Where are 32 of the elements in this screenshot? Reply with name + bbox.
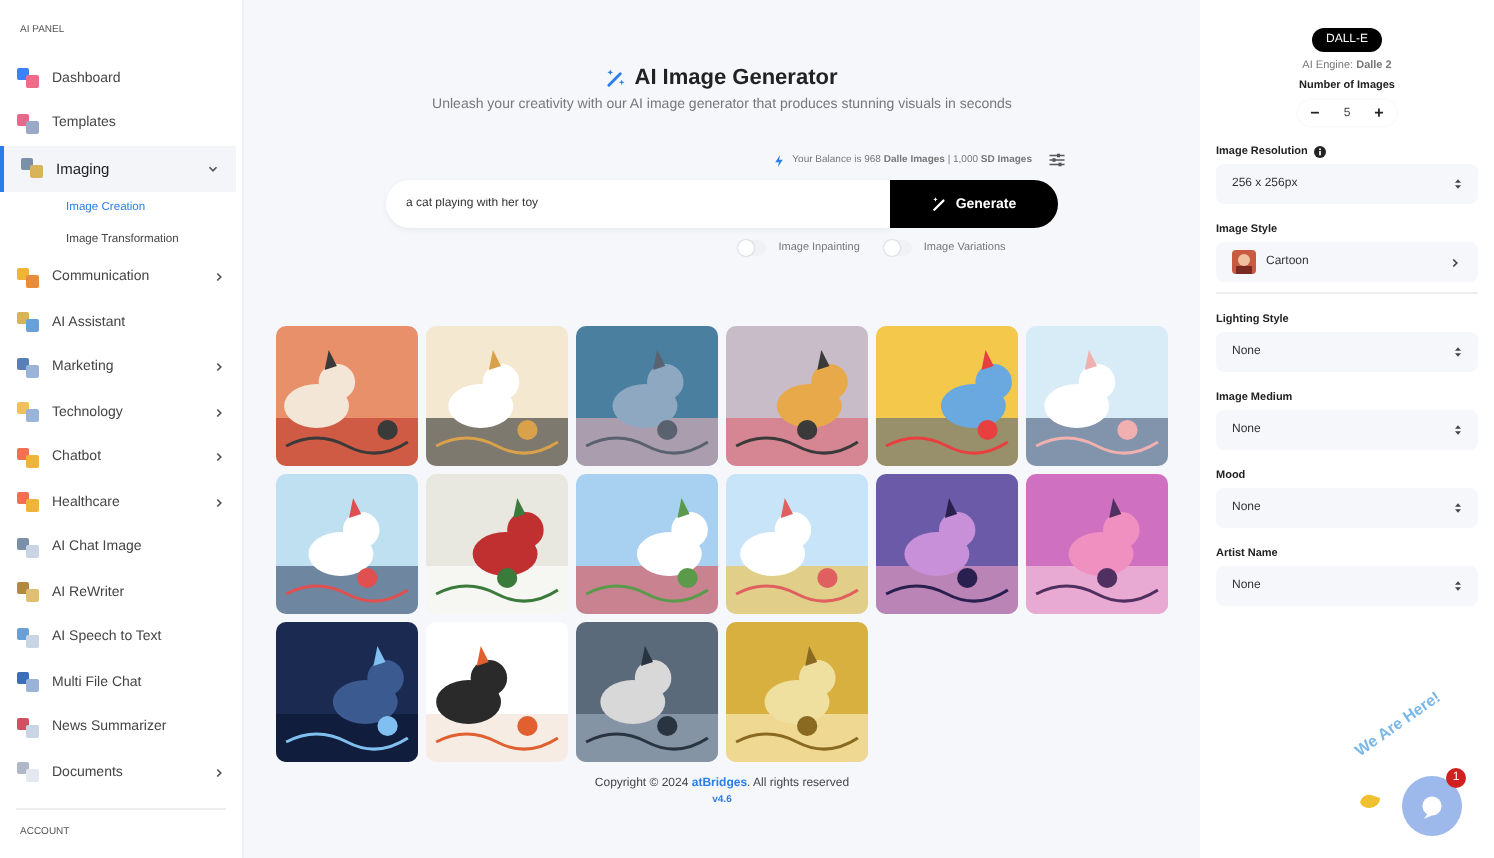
chevron-icon (1448, 255, 1462, 269)
settings-icon[interactable] (1048, 152, 1066, 168)
sort-arrows-icon (1454, 502, 1462, 514)
menu-item-icon (16, 111, 40, 136)
menu-item-icon (16, 535, 40, 560)
menu-item-icon (16, 445, 40, 470)
sort-arrows-icon (1454, 580, 1462, 592)
style-thumbnail-icon (1232, 250, 1256, 274)
menu-item-icon (16, 625, 40, 650)
menu-item-icon (20, 156, 44, 181)
menu-item-icon (16, 355, 40, 380)
sort-arrows-icon (1454, 178, 1462, 190)
sort-arrows-icon (1454, 346, 1462, 358)
menu-item-icon (16, 265, 40, 290)
increment-button[interactable]: + (1374, 104, 1384, 122)
menu-item-icon (16, 715, 40, 740)
menu-item-icon (16, 66, 40, 91)
toggle-switch[interactable] (738, 240, 767, 256)
menu-item-icon (16, 760, 40, 785)
sort-arrows-icon (1454, 424, 1462, 436)
page-title: AI Image Generator (634, 66, 838, 90)
magic-wand-icon (931, 196, 948, 212)
lightning-icon (774, 153, 785, 167)
toggle-switch[interactable] (883, 240, 912, 256)
info-icon[interactable] (1313, 146, 1326, 158)
menu-item-icon (16, 670, 40, 695)
menu-item-icon (16, 400, 40, 425)
decrement-button[interactable]: − (1310, 104, 1320, 122)
menu-item-icon (16, 310, 40, 335)
menu-item-icon (16, 580, 40, 605)
menu-item-icon (16, 490, 40, 515)
magic-wand-icon (606, 68, 627, 88)
